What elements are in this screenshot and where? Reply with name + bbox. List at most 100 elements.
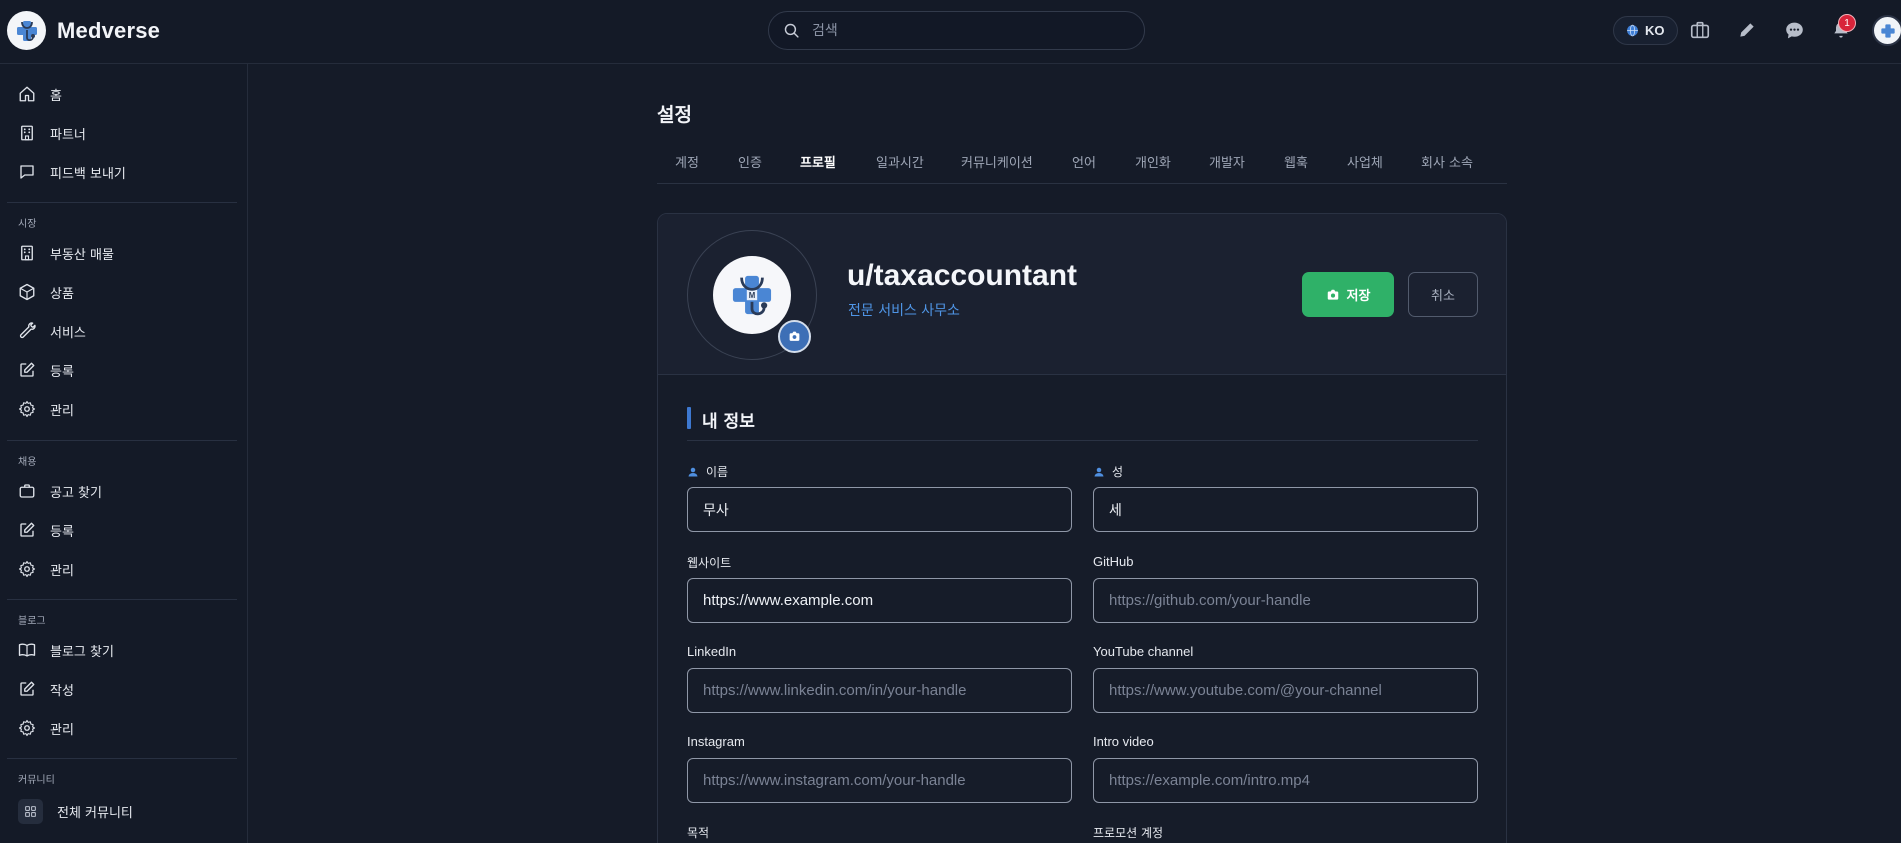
section-title: 내 정보 bbox=[702, 412, 755, 432]
linkedin-label: LinkedIn bbox=[687, 644, 737, 659]
brand-link[interactable]: Medverse bbox=[7, 11, 160, 50]
camera-icon bbox=[1327, 289, 1338, 300]
sidebar-item-market-register[interactable]: 등록 bbox=[18, 355, 228, 385]
sidebar-item-feedback[interactable]: 피드백 보내기 bbox=[18, 157, 228, 187]
tab-verification[interactable]: 인증 bbox=[738, 152, 762, 171]
sidebar-item-home[interactable]: 홈 bbox=[18, 79, 228, 109]
user-avatar[interactable] bbox=[1872, 15, 1901, 46]
avatar-logo-icon bbox=[1880, 23, 1895, 38]
profile-organization-link[interactable]: 전문 서비스 사무소 bbox=[848, 300, 960, 320]
sidebar-divider bbox=[7, 599, 237, 600]
edit-icon bbox=[20, 362, 35, 377]
sidebar-item-label: 관리 bbox=[50, 563, 74, 579]
gear-icon bbox=[18, 719, 36, 737]
cancel-button[interactable]: 취소 bbox=[1408, 272, 1478, 317]
sidebar-item-label: 관리 bbox=[50, 722, 74, 738]
tab-personalization[interactable]: 개인화 bbox=[1135, 152, 1171, 171]
sidebar-item-label: 홈 bbox=[50, 88, 62, 104]
sidebar-item-jobs-manage[interactable]: 관리 bbox=[18, 554, 228, 584]
cancel-button-label: 취소 bbox=[1431, 288, 1455, 303]
briefcase-icon bbox=[1690, 21, 1710, 39]
sidebar-divider bbox=[7, 202, 237, 203]
book-icon bbox=[18, 643, 36, 657]
settings-tabs: 계정 인증 프로필 일과시간 커뮤니케이션 언어 개인화 개발자 웹훅 사업체 … bbox=[657, 145, 1507, 184]
sidebar-section-title: 채용 bbox=[18, 457, 37, 468]
svg-text:M: M bbox=[749, 291, 756, 300]
purpose-label: 목적 bbox=[687, 826, 710, 840]
box-icon bbox=[19, 283, 35, 301]
building-icon bbox=[21, 245, 33, 261]
save-button-label: 저장 bbox=[1346, 288, 1371, 303]
last-name-label: 성 bbox=[1093, 463, 1123, 480]
section-accent-bar bbox=[687, 407, 691, 429]
jobs-button[interactable] bbox=[1688, 18, 1712, 42]
sidebar-divider bbox=[7, 440, 237, 441]
profile-card: M u/taxaccountant 전문 서비스 사무소 저장 취소 내 정보 … bbox=[657, 213, 1507, 843]
tab-businesses[interactable]: 사업체 bbox=[1347, 152, 1383, 171]
sidebar-item-label: 등록 bbox=[50, 364, 74, 380]
sidebar-item-label: 작성 bbox=[50, 683, 74, 699]
intro-video-field[interactable] bbox=[1093, 758, 1478, 803]
tab-developer[interactable]: 개발자 bbox=[1209, 152, 1245, 171]
sidebar-section-title: 시장 bbox=[18, 219, 37, 230]
tab-communication[interactable]: 커뮤니케이션 bbox=[961, 152, 1033, 171]
profile-header: M u/taxaccountant 전문 서비스 사무소 저장 취소 bbox=[658, 214, 1506, 375]
sidebar-item-label: 전체 커뮤니티 bbox=[57, 805, 133, 821]
medverse-logo-icon: M bbox=[713, 256, 791, 334]
tab-profile[interactable]: 프로필 bbox=[800, 152, 836, 171]
gear-icon bbox=[18, 400, 36, 418]
messages-button[interactable] bbox=[1782, 18, 1806, 42]
sidebar-item-label: 등록 bbox=[50, 524, 74, 540]
notification-count-badge: 1 bbox=[1838, 14, 1856, 32]
sidebar-item-services[interactable]: 서비스 bbox=[18, 316, 228, 346]
website-field[interactable] bbox=[687, 578, 1072, 623]
sidebar-item-label: 파트너 bbox=[50, 127, 86, 143]
edit-icon bbox=[20, 681, 35, 696]
chat-icon bbox=[1785, 22, 1803, 38]
page-title: 설정 bbox=[657, 104, 692, 126]
first-name-field[interactable] bbox=[687, 487, 1072, 532]
sidebar-item-blog-manage[interactable]: 관리 bbox=[18, 713, 228, 743]
sidebar-divider bbox=[7, 758, 237, 759]
sidebar-section-title: 블로그 bbox=[18, 616, 46, 627]
sidebar-item-real-estate[interactable]: 부동산 매물 bbox=[18, 238, 228, 268]
home-icon bbox=[19, 86, 35, 102]
search-bar[interactable] bbox=[768, 11, 1145, 50]
change-avatar-button[interactable] bbox=[778, 320, 811, 353]
sidebar: 홈 파트너 피드백 보내기 시장 부동산 매물 상품 서비스 등록 관리 채용 … bbox=[0, 64, 248, 843]
save-button[interactable]: 저장 bbox=[1302, 272, 1394, 317]
sidebar-item-label: 공고 찾기 bbox=[50, 485, 102, 501]
linkedin-field[interactable] bbox=[687, 668, 1072, 713]
language-switcher[interactable]: KO bbox=[1613, 16, 1678, 45]
message-icon bbox=[20, 165, 34, 179]
sidebar-item-find-blogs[interactable]: 블로그 찾기 bbox=[18, 635, 228, 665]
tab-company-affiliation[interactable]: 회사 소속 bbox=[1421, 152, 1473, 171]
sidebar-item-label: 관리 bbox=[50, 403, 74, 419]
sidebar-item-find-jobs[interactable]: 공고 찾기 bbox=[18, 476, 228, 506]
github-label: GitHub bbox=[1093, 554, 1134, 569]
profile-username: u/taxaccountant bbox=[847, 259, 1078, 292]
github-field[interactable] bbox=[1093, 578, 1478, 623]
sidebar-item-all-communities[interactable]: 전체 커뮤니티 bbox=[18, 796, 228, 826]
sidebar-item-market-manage[interactable]: 관리 bbox=[18, 394, 228, 424]
sidebar-item-jobs-register[interactable]: 등록 bbox=[18, 515, 228, 545]
wrench-icon bbox=[19, 322, 36, 339]
sidebar-item-label: 서비스 bbox=[50, 325, 86, 341]
sidebar-item-partners[interactable]: 파트너 bbox=[18, 118, 228, 148]
tab-working-hours[interactable]: 일과시간 bbox=[876, 152, 924, 171]
sidebar-item-products[interactable]: 상품 bbox=[18, 277, 228, 307]
tab-webhooks[interactable]: 웹훅 bbox=[1284, 152, 1308, 171]
tab-language[interactable]: 언어 bbox=[1072, 152, 1096, 171]
youtube-label: YouTube channel bbox=[1093, 644, 1194, 659]
last-name-field[interactable] bbox=[1093, 487, 1478, 532]
sidebar-item-blog-write[interactable]: 작성 bbox=[18, 674, 228, 704]
youtube-field[interactable] bbox=[1093, 668, 1478, 713]
brand-name: Medverse bbox=[57, 17, 161, 43]
write-button[interactable] bbox=[1735, 18, 1759, 42]
sidebar-item-label: 상품 bbox=[50, 286, 74, 302]
instagram-field[interactable] bbox=[687, 758, 1072, 803]
user-icon bbox=[1094, 467, 1104, 476]
briefcase-icon bbox=[19, 484, 35, 498]
search-input[interactable] bbox=[812, 22, 1112, 39]
tab-account[interactable]: 계정 bbox=[675, 152, 699, 171]
